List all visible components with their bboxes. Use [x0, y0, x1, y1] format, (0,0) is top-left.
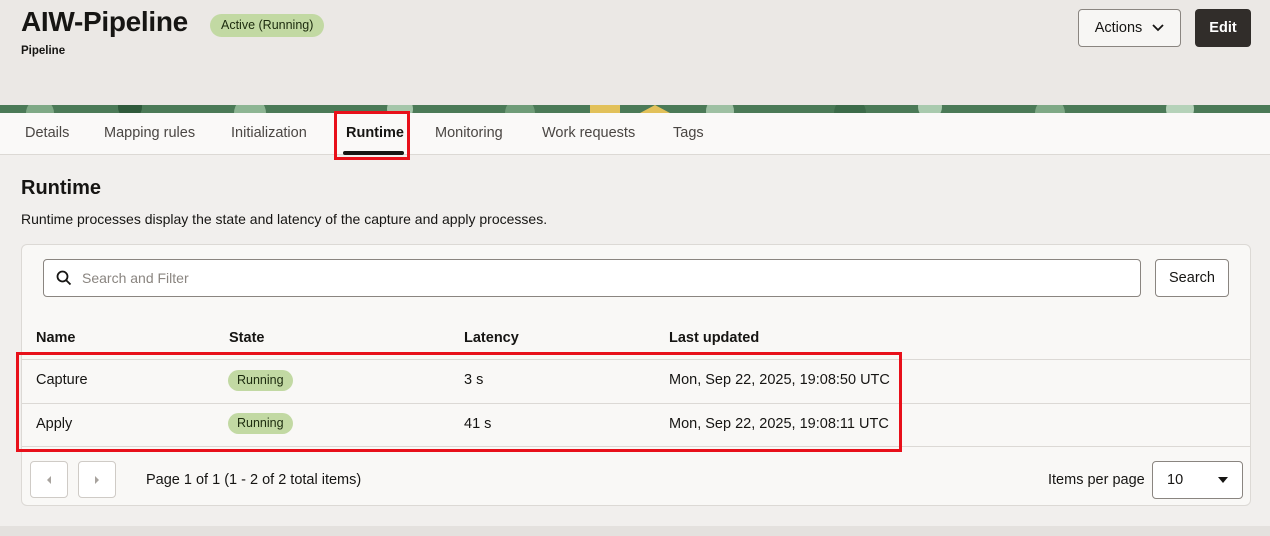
next-page-button[interactable]: [78, 461, 116, 498]
tab-mapping-rules[interactable]: Mapping rules: [104, 113, 195, 155]
resource-type-label: Pipeline: [21, 45, 66, 57]
actions-menu-button[interactable]: Actions: [1078, 9, 1181, 47]
column-header-latency[interactable]: Latency: [464, 330, 519, 346]
actions-button-label: Actions: [1094, 20, 1143, 36]
tab-tags[interactable]: Tags: [673, 113, 704, 155]
status-badge: Active (Running): [210, 14, 325, 37]
items-per-page-select[interactable]: 10: [1152, 461, 1243, 499]
chevron-down-icon: [1152, 24, 1164, 32]
tab-bar: Details Mapping rules Initialization Run…: [0, 113, 1270, 155]
tab-work-requests[interactable]: Work requests: [542, 113, 635, 155]
previous-page-button[interactable]: [30, 461, 68, 498]
page-title: AIW-Pipeline: [21, 6, 188, 37]
tab-initialization[interactable]: Initialization: [231, 113, 307, 155]
search-icon: [56, 270, 72, 286]
caret-down-icon: [1218, 477, 1228, 483]
row-apply-state-badge: Running: [228, 413, 293, 434]
row-capture-last-updated: Mon, Sep 22, 2025, 19:08:50 UTC: [669, 372, 890, 388]
row-apply-latency: 41 s: [464, 416, 492, 432]
table-divider: [22, 359, 1250, 360]
row-apply-last-updated: Mon, Sep 22, 2025, 19:08:11 UTC: [669, 416, 889, 432]
footer-strip: [0, 526, 1270, 536]
column-header-last-updated[interactable]: Last updated: [669, 330, 759, 346]
row-apply-name: Apply: [36, 416, 73, 432]
column-header-state[interactable]: State: [229, 330, 264, 346]
section-title: Runtime: [21, 177, 101, 199]
table-divider: [22, 446, 1250, 447]
row-capture-latency: 3 s: [464, 372, 484, 388]
tab-monitoring[interactable]: Monitoring: [435, 113, 503, 155]
items-per-page-value: 10: [1167, 472, 1184, 488]
section-description: Runtime processes display the state and …: [21, 211, 548, 227]
search-input[interactable]: [82, 270, 1082, 286]
pagination-summary: Page 1 of 1 (1 - 2 of 2 total items): [146, 472, 362, 488]
items-per-page-label: Items per page: [1048, 472, 1145, 488]
tab-runtime[interactable]: Runtime: [346, 113, 404, 155]
search-field[interactable]: [43, 259, 1141, 297]
decorative-banner: [0, 105, 1270, 113]
row-capture-state-badge: Running: [228, 370, 293, 391]
chevron-left-icon: [47, 475, 51, 484]
active-tab-indicator: [343, 151, 404, 155]
tab-details[interactable]: Details: [25, 113, 69, 155]
row-capture-name: Capture: [36, 372, 88, 388]
search-button[interactable]: Search: [1155, 259, 1229, 297]
chevron-right-icon: [95, 475, 99, 484]
edit-button[interactable]: Edit: [1195, 9, 1251, 47]
page-header: AIW-Pipeline Active (Running) Pipeline A…: [0, 0, 1270, 105]
table-divider: [22, 403, 1250, 404]
column-header-name[interactable]: Name: [36, 330, 76, 346]
